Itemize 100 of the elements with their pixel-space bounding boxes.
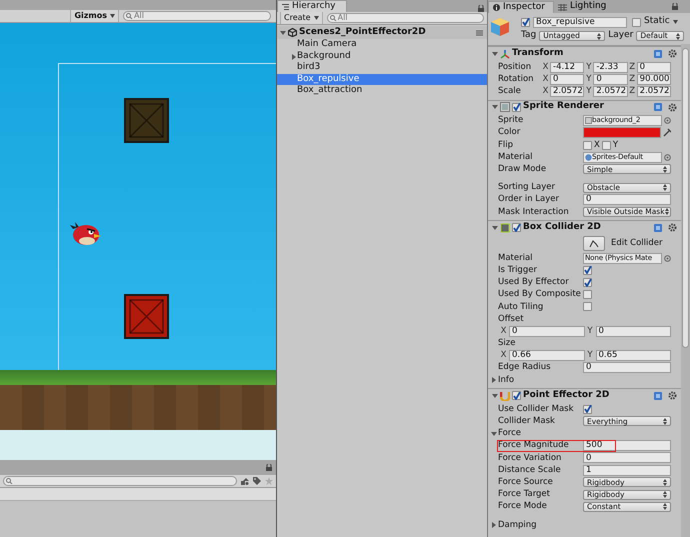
axis-label: X bbox=[542, 85, 549, 98]
checkbox[interactable] bbox=[583, 278, 592, 288]
input-field[interactable]: -4.12 bbox=[550, 62, 584, 73]
input-field[interactable]: 0 bbox=[583, 194, 671, 206]
axis-label: X bbox=[500, 324, 507, 338]
foldout-label[interactable]: Damping bbox=[498, 518, 537, 532]
create-dropdown[interactable]: Create bbox=[280, 12, 323, 24]
hierarchy-item[interactable]: Box_attraction bbox=[277, 85, 487, 96]
field-label: Force Variation bbox=[498, 452, 562, 464]
lock-icon[interactable] bbox=[266, 464, 272, 471]
input-field[interactable]: 500 bbox=[583, 440, 671, 452]
axis-label: X bbox=[500, 349, 507, 362]
scene-row[interactable]: Scenes2_PointEffector2D bbox=[277, 26, 487, 39]
input-field[interactable]: 1 bbox=[583, 464, 671, 476]
search-field[interactable]: All bbox=[123, 11, 271, 21]
checkbox[interactable] bbox=[512, 102, 521, 112]
hierarchy-item[interactable]: bird3 bbox=[277, 62, 487, 74]
search-field[interactable]: All bbox=[326, 13, 484, 23]
hierarchy-item[interactable]: Box_repulsive bbox=[277, 74, 487, 85]
object-picker-icon[interactable] bbox=[664, 117, 671, 124]
input-field[interactable]: 2.0572 bbox=[550, 86, 584, 97]
caret-icon bbox=[110, 14, 115, 18]
edit-collider-icon-button[interactable] bbox=[583, 236, 605, 252]
lock-icon[interactable] bbox=[672, 3, 678, 10]
field-label: Size bbox=[498, 337, 516, 350]
menu-icon[interactable] bbox=[476, 30, 483, 36]
axis-label: Z bbox=[628, 60, 636, 74]
foldout-arrow-icon[interactable] bbox=[492, 392, 498, 399]
tag-icon[interactable] bbox=[253, 477, 261, 485]
input-field[interactable]: 0 bbox=[583, 452, 671, 464]
foldout-label[interactable]: Force bbox=[498, 427, 521, 440]
checkbox[interactable] bbox=[583, 140, 592, 150]
input-field[interactable]: 2.0572 bbox=[636, 86, 671, 97]
hierarchy-item[interactable]: Main Camera bbox=[277, 39, 487, 50]
settings-icon[interactable] bbox=[668, 49, 677, 58]
foldout-arrow-icon[interactable] bbox=[491, 377, 497, 384]
foldout-label[interactable]: Info bbox=[498, 374, 514, 386]
axis-label: Y bbox=[585, 72, 592, 86]
help-book-icon[interactable] bbox=[654, 103, 662, 112]
foldout-arrow-icon[interactable] bbox=[280, 30, 286, 36]
search-icon bbox=[126, 13, 133, 19]
name-field[interactable]: Box_repulsive bbox=[533, 16, 627, 28]
checkbox[interactable] bbox=[512, 223, 521, 232]
sphere-icon bbox=[585, 154, 592, 161]
panel-tab[interactable]: Lighting bbox=[554, 1, 614, 13]
input-field[interactable]: 0 bbox=[550, 74, 584, 85]
object-picker-icon[interactable] bbox=[664, 254, 671, 262]
input-field[interactable]: 0.65 bbox=[596, 350, 671, 362]
settings-icon[interactable] bbox=[668, 102, 677, 112]
checkbox[interactable] bbox=[583, 302, 592, 312]
foldout-arrow-icon[interactable] bbox=[491, 522, 497, 528]
input-field[interactable]: 90.000 bbox=[636, 74, 671, 85]
checkmark-icon bbox=[512, 392, 520, 400]
lock-icon[interactable] bbox=[478, 5, 484, 12]
field-label: Force Magnitude bbox=[498, 439, 570, 452]
expand-arrow-icon[interactable] bbox=[291, 54, 297, 60]
hierarchy-tab[interactable]: Hierarchy bbox=[277, 0, 347, 12]
shapes-icon[interactable] bbox=[241, 478, 249, 484]
panel-tab[interactable]: Inspector bbox=[488, 1, 554, 13]
help-book-icon[interactable] bbox=[654, 50, 662, 58]
checkbox[interactable] bbox=[583, 404, 592, 414]
checkbox[interactable] bbox=[583, 290, 592, 300]
dropdown-arrow-icon bbox=[663, 478, 667, 486]
input-field[interactable]: 0 bbox=[636, 62, 671, 73]
object-picker-icon[interactable] bbox=[664, 154, 671, 161]
input-field[interactable]: 0 bbox=[509, 326, 584, 337]
color-swatch[interactable] bbox=[583, 127, 661, 138]
input-field[interactable]: 0.66 bbox=[509, 350, 584, 362]
axis-label: Y bbox=[586, 324, 594, 338]
checkbox[interactable] bbox=[602, 140, 611, 150]
eyedropper-icon[interactable] bbox=[663, 128, 671, 138]
checkbox[interactable] bbox=[583, 266, 592, 275]
cube-icon bbox=[490, 17, 510, 37]
hierarchy-item[interactable]: Background bbox=[277, 50, 487, 62]
foldout-arrow-icon[interactable] bbox=[492, 224, 498, 231]
input-field[interactable]: 0 bbox=[596, 326, 671, 337]
foldout-arrow-icon[interactable] bbox=[492, 104, 498, 110]
crate-sprite bbox=[124, 98, 169, 143]
checkbox[interactable] bbox=[632, 18, 641, 26]
field-label: Use Collider Mask bbox=[498, 402, 575, 416]
axis-label: Y bbox=[585, 85, 592, 98]
foldout-arrow-icon[interactable] bbox=[491, 430, 497, 437]
input-field[interactable]: 0 bbox=[583, 362, 671, 374]
foldout-arrow-icon[interactable] bbox=[492, 50, 498, 56]
dropdown-arrow-icon bbox=[663, 491, 667, 498]
component-title: Sprite Renderer bbox=[523, 100, 605, 114]
input-field[interactable]: -2.33 bbox=[593, 62, 628, 73]
scene-name: Scenes2_PointEffector2D bbox=[299, 26, 427, 39]
search-field[interactable] bbox=[3, 476, 237, 486]
checkbox[interactable] bbox=[521, 18, 530, 26]
input-field[interactable]: 2.0572 bbox=[593, 86, 628, 97]
settings-icon[interactable] bbox=[668, 391, 677, 400]
scrollbar[interactable] bbox=[681, 44, 690, 537]
checkbox[interactable] bbox=[512, 391, 521, 400]
help-book-icon[interactable] bbox=[654, 224, 662, 232]
settings-icon[interactable] bbox=[668, 223, 677, 232]
input-field[interactable]: 0 bbox=[593, 74, 628, 85]
help-book-icon[interactable] bbox=[654, 392, 662, 400]
gizmos-dropdown[interactable]: Gizmos bbox=[70, 10, 119, 22]
star-icon[interactable] bbox=[265, 477, 273, 485]
